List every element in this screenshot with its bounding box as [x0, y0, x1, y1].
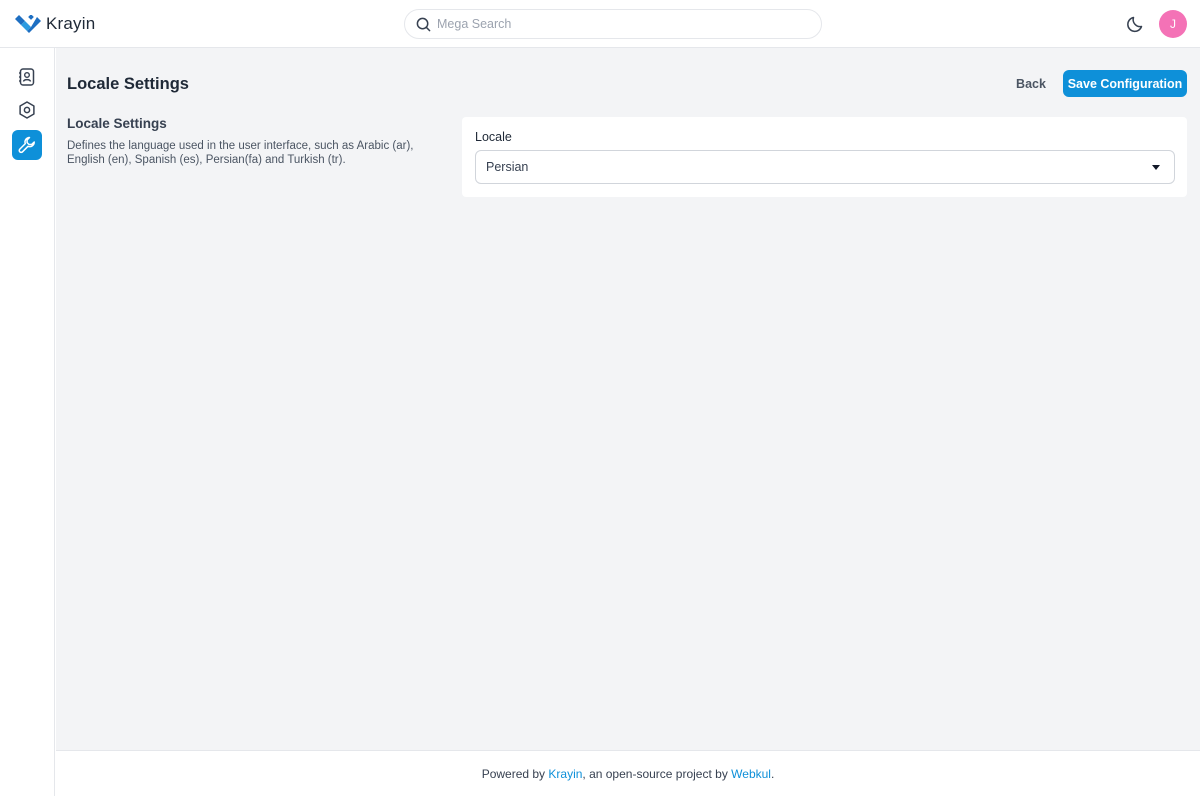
contacts-icon — [19, 68, 35, 86]
krayin-logo-icon — [15, 15, 41, 33]
footer: Powered by Krayin, an open-source projec… — [56, 750, 1200, 796]
wrench-icon — [18, 136, 35, 154]
app-logo[interactable]: Krayin — [15, 13, 95, 35]
sidebar-item-configuration[interactable] — [12, 130, 42, 160]
user-avatar[interactable]: J — [1159, 10, 1187, 38]
sidebar — [0, 48, 55, 796]
search-input[interactable] — [437, 17, 797, 31]
top-bar: Krayin J — [0, 0, 1200, 48]
locale-select[interactable]: Persian — [475, 150, 1175, 184]
main-content: Locale Settings Back Save Configuration … — [56, 48, 1200, 750]
locale-label: Locale — [475, 130, 512, 144]
sidebar-item-contacts[interactable] — [12, 62, 42, 92]
locale-card: Locale Persian — [462, 117, 1187, 197]
footer-suffix: . — [770, 766, 775, 781]
footer-middle: , an open-source project by — [582, 766, 732, 781]
app-name: Krayin — [46, 14, 96, 33]
section-description: Defines the language used in the user in… — [67, 140, 414, 166]
search-icon — [416, 17, 431, 31]
footer-prefix: Powered by — [481, 766, 549, 781]
moon-icon[interactable] — [1126, 14, 1146, 34]
settings-icon — [19, 101, 35, 119]
locale-selected-value: Persian — [486, 160, 529, 174]
caret-down-icon — [1152, 165, 1160, 170]
krayin-link[interactable]: Krayin — [548, 767, 582, 781]
mega-search[interactable] — [404, 9, 822, 39]
page-title: Locale Settings — [67, 75, 189, 93]
sidebar-item-settings[interactable] — [12, 95, 42, 125]
avatar-initial: J — [1170, 17, 1176, 31]
section-title: Locale Settings — [67, 116, 167, 131]
back-button[interactable]: Back — [1007, 70, 1055, 97]
webkul-link[interactable]: Webkul — [731, 767, 771, 781]
save-configuration-button[interactable]: Save Configuration — [1063, 70, 1187, 97]
